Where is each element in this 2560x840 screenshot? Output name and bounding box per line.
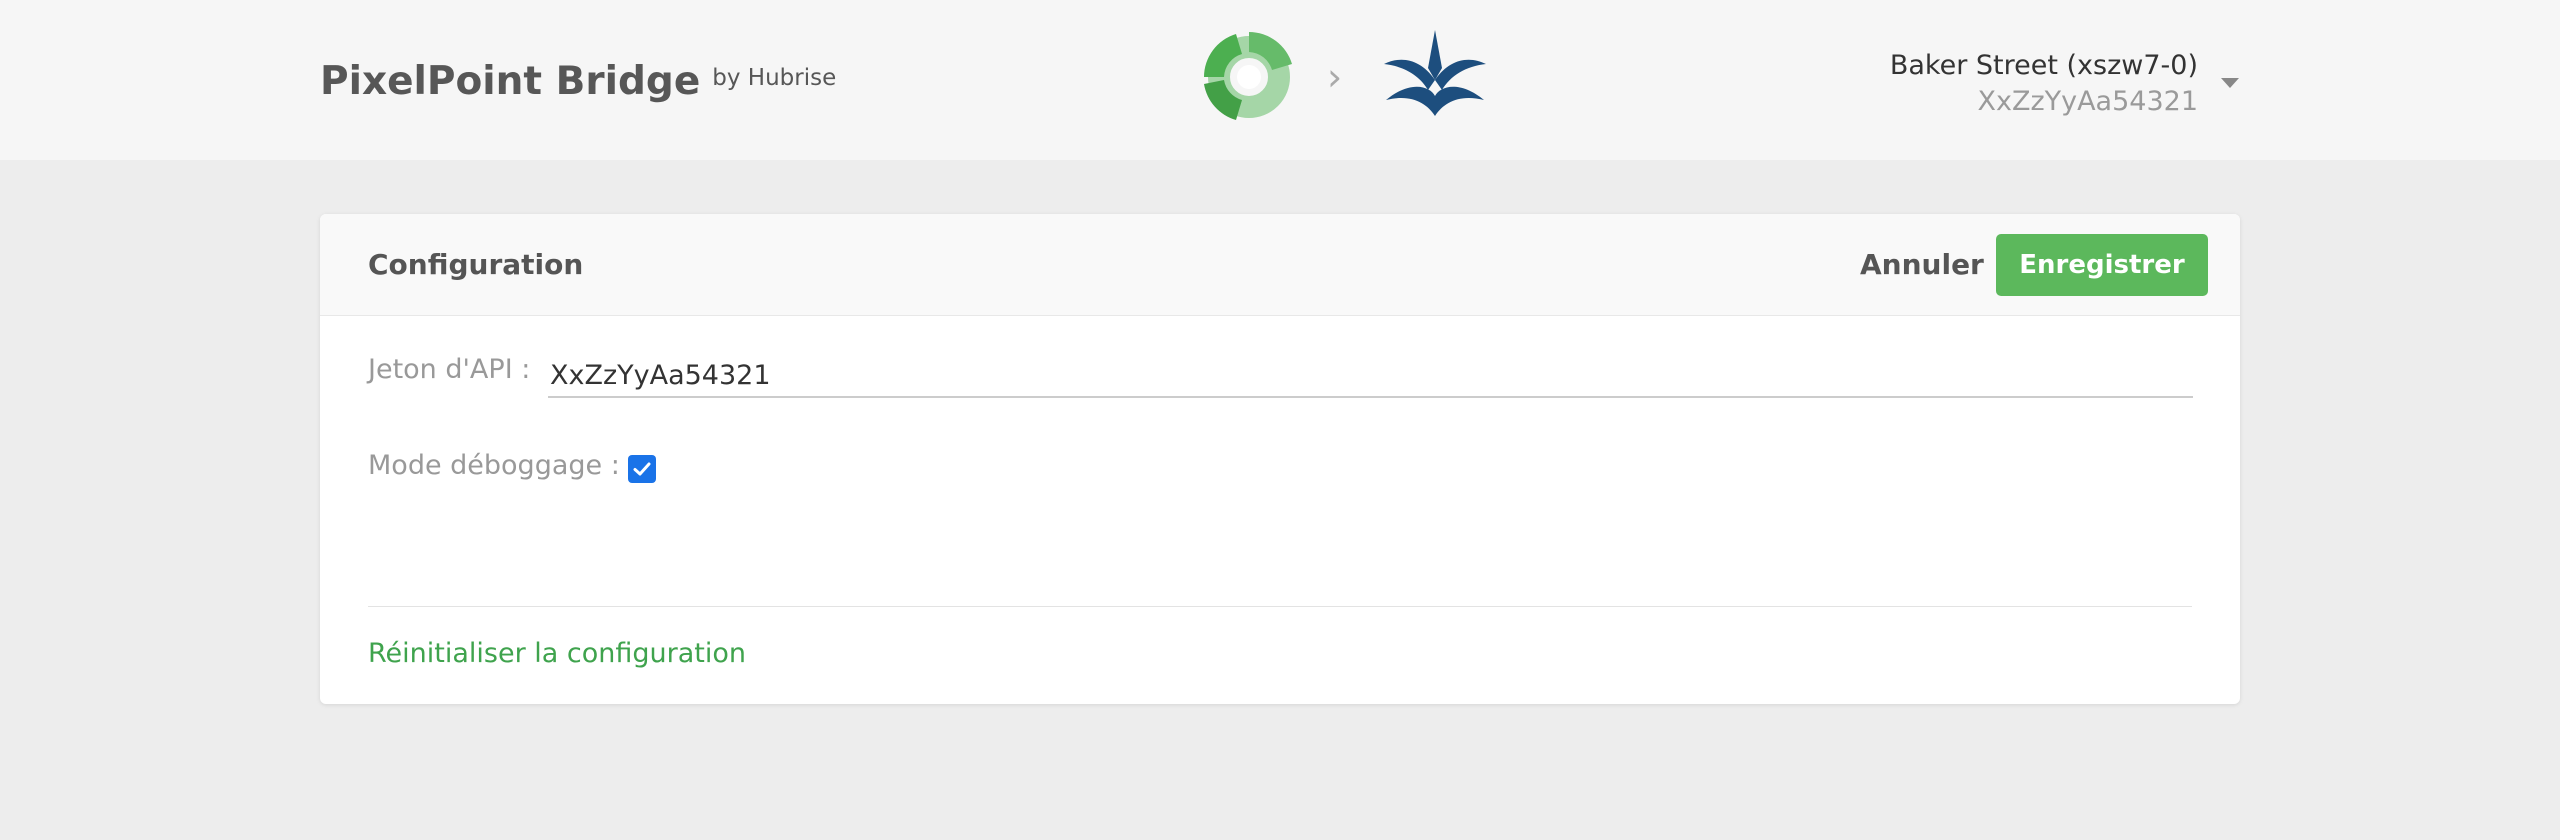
cancel-button[interactable]: Annuler <box>1860 248 1984 281</box>
app-byline: by Hubrise <box>712 65 837 91</box>
connector-logos: › <box>1196 24 1492 130</box>
divider <box>368 606 2192 607</box>
app-title: PixelPoint Bridge <box>320 59 701 104</box>
location-name: Baker Street (xszw7-0) <box>1889 50 2198 81</box>
debug-mode-checkbox[interactable] <box>628 455 656 483</box>
brand: PixelPoint Bridge by Hubrise <box>320 58 836 106</box>
save-button[interactable]: Enregistrer <box>1996 234 2208 296</box>
check-icon <box>633 462 651 476</box>
pixelpoint-logo-icon <box>1384 30 1486 116</box>
top-header: PixelPoint Bridge by Hubrise › Baker Str… <box>0 0 2560 160</box>
card-header: Configuration Annuler Enregistrer <box>320 214 2240 316</box>
api-token-label: Jeton d'API : <box>368 354 531 385</box>
debug-mode-label: Mode déboggage : <box>368 450 620 481</box>
card-title: Configuration <box>368 248 584 281</box>
caret-down-icon[interactable] <box>2221 78 2239 88</box>
api-token-input[interactable] <box>548 354 2193 398</box>
location-id: XxZzYyAa54321 <box>1977 86 2198 117</box>
configuration-card: Configuration Annuler Enregistrer Jeton … <box>320 214 2240 704</box>
reset-configuration-link[interactable]: Réinitialiser la configuration <box>368 638 746 669</box>
connector-chevron-icon: › <box>1327 55 1343 99</box>
hubrise-logo-icon <box>1204 32 1292 120</box>
location-selector[interactable]: Baker Street (xszw7-0) XxZzYyAa54321 <box>1890 48 2198 120</box>
